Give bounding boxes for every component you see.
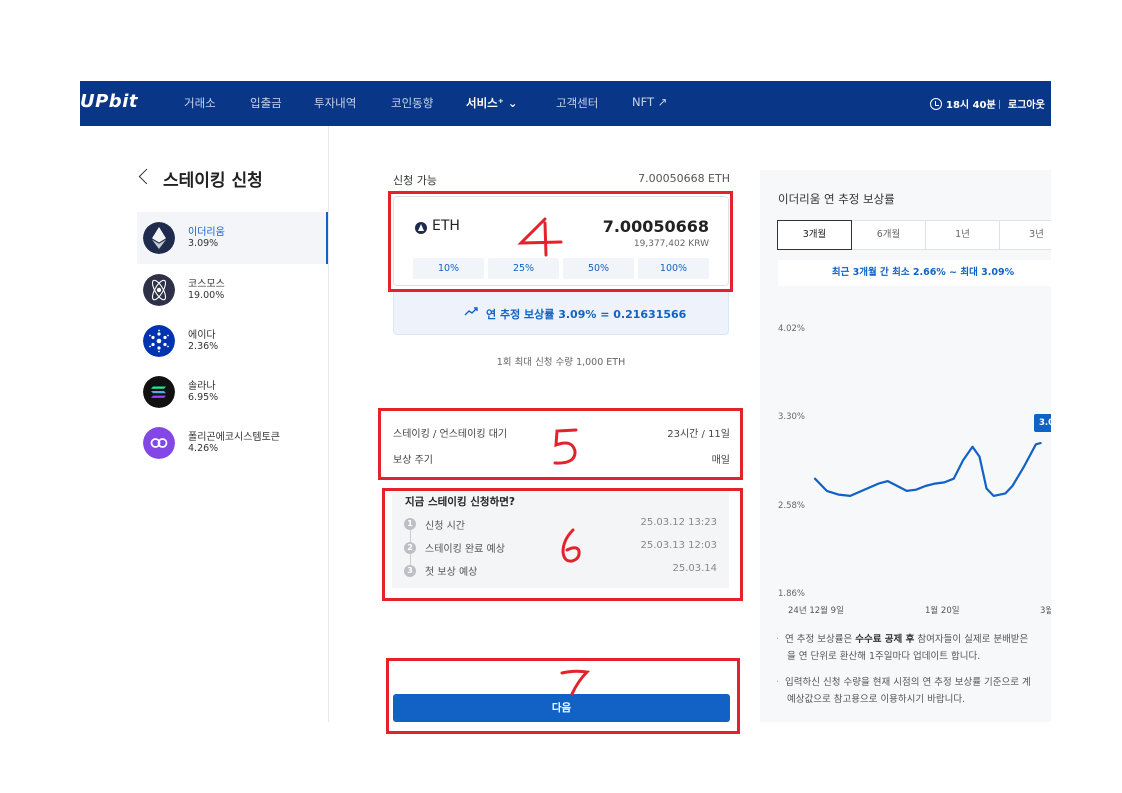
top-navigation-bar: UPbit 거래소 입출금 투자내역 코인동향 서비스⁺ ⌄ 고객센터 NFT … bbox=[80, 81, 1051, 126]
chart-note-1: · 연 추정 보상률은 수수료 공제 후 참여자들이 실제로 분배받은 을 연 단… bbox=[776, 634, 1029, 662]
cardano-icon bbox=[143, 325, 175, 357]
nav-divider bbox=[999, 100, 1000, 109]
reward-estimate-text: 연 추정 보상률 3.09% = 0.21631566 bbox=[486, 308, 687, 321]
chart-tooltip: 3.0 bbox=[1034, 414, 1051, 432]
max-amount-note: 1회 최대 신청 수량 1,000 ETH bbox=[496, 357, 626, 368]
coin-name: 폴리곤에코시스템토큰 bbox=[188, 432, 280, 443]
coin-rate: 4.26% bbox=[188, 443, 219, 454]
upbit-logo[interactable]: UPbit bbox=[80, 91, 138, 112]
session-timer: 18시 40분 bbox=[930, 96, 996, 111]
coin-rate: 6.95% bbox=[188, 392, 219, 403]
annotation-number-5: 5 bbox=[553, 428, 578, 465]
back-chevron-icon[interactable] bbox=[138, 168, 155, 185]
nav-customer-center[interactable]: 고객센터 bbox=[556, 95, 598, 111]
note-bullet: · bbox=[776, 677, 780, 688]
session-time: 18시 40분 bbox=[946, 100, 996, 111]
coin-name: 이더리움 bbox=[188, 227, 225, 238]
nav-coin-trends[interactable]: 코인동향 bbox=[391, 95, 433, 111]
coin-name: 솔라나 bbox=[188, 381, 216, 392]
coin-list-item-cardano[interactable]: 에이다 2.36% bbox=[137, 315, 327, 367]
nav-services[interactable]: 서비스⁺ ⌄ bbox=[466, 95, 517, 111]
coin-name: 에이다 bbox=[188, 330, 216, 341]
x-tick-label: 24년 12월 9일 bbox=[788, 606, 844, 616]
page-title: 스테이킹 신청 bbox=[163, 171, 263, 191]
note-bullet: · bbox=[776, 634, 780, 645]
rate-series-line bbox=[813, 442, 1042, 497]
clock-icon bbox=[930, 98, 942, 110]
x-tick-label: 1월 20일 bbox=[925, 606, 960, 616]
sidebar-divider bbox=[328, 126, 329, 722]
annotation-number-4: 4 bbox=[517, 217, 563, 257]
available-label: 신청 가능 bbox=[393, 174, 437, 187]
logout-link[interactable]: 로그아웃 bbox=[1008, 96, 1045, 111]
nav-deposit-withdraw[interactable]: 입출금 bbox=[250, 95, 282, 111]
coin-list-item-cosmos[interactable]: 코스모스 19.00% bbox=[137, 264, 327, 316]
nav-investments[interactable]: 투자내역 bbox=[314, 95, 356, 111]
available-value: 7.00050668 ETH bbox=[638, 172, 730, 185]
nav-nft[interactable]: NFT ↗ bbox=[632, 95, 667, 109]
coin-rate: 2.36% bbox=[188, 341, 219, 352]
chart-note-2: · 입력하신 신청 수량을 현재 시점의 연 추정 보상률 기준으로 계 예상값으… bbox=[776, 677, 1031, 705]
coin-rate: 3.09% bbox=[188, 238, 219, 249]
annotation-number-6: 6 bbox=[561, 528, 581, 563]
coin-list-item-solana[interactable]: 솔라나 6.95% bbox=[137, 366, 327, 418]
coin-rate: 19.00% bbox=[188, 290, 225, 301]
ethereum-icon bbox=[143, 222, 175, 254]
tab-3-months[interactable]: 3개월 bbox=[777, 220, 852, 250]
annotation-number-7: 7 bbox=[560, 669, 591, 696]
solana-icon bbox=[143, 376, 175, 408]
nav-exchange[interactable]: 거래소 bbox=[184, 95, 216, 111]
polygon-icon bbox=[143, 427, 175, 459]
coin-name: 코스모스 bbox=[188, 279, 225, 290]
coin-list-item-ethereum[interactable]: 이더리움 3.09% bbox=[137, 212, 328, 264]
reward-estimate-box: 연 추정 보상률 3.09% = 0.21631566 bbox=[393, 289, 729, 335]
coin-list-item-polygon[interactable]: 폴리곤에코시스템토큰 4.26% bbox=[137, 417, 327, 469]
reward-rate-chart-panel: 이더리움 연 추정 보상률 3개월 6개월 1년 3년 최근 3개월 간 최소 … bbox=[760, 170, 1051, 722]
x-tick-label: 3월 bbox=[1040, 606, 1051, 616]
cosmos-icon bbox=[143, 274, 175, 306]
trend-up-icon bbox=[464, 307, 478, 316]
